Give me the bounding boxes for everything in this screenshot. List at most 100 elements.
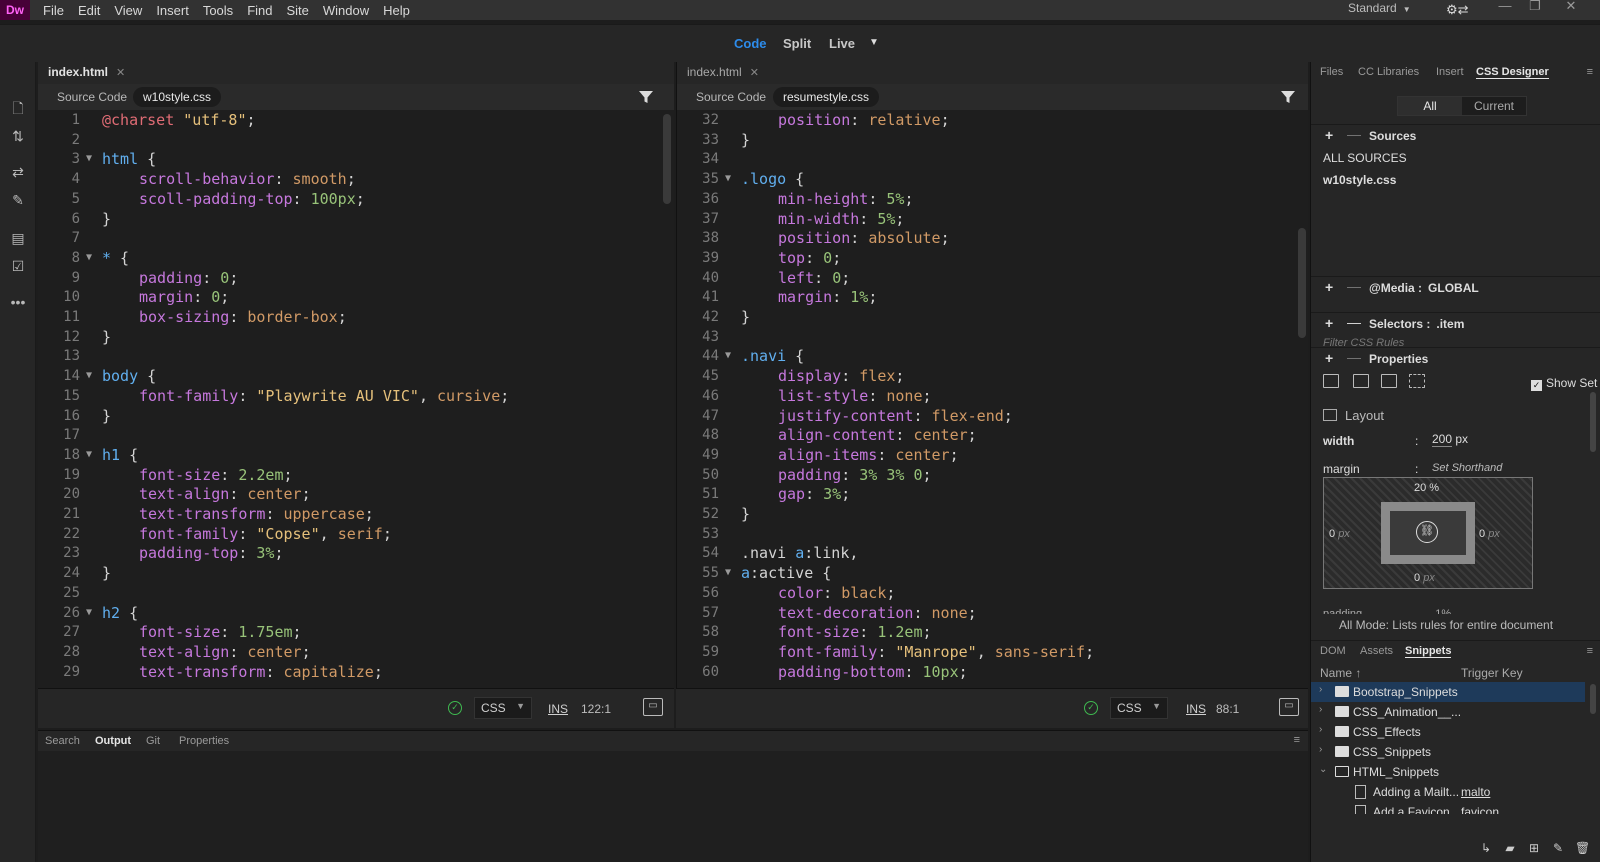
related-file-tab[interactable]: resumestyle.css (773, 87, 880, 107)
show-set-checkbox[interactable]: ✓ Show Set (1531, 376, 1597, 391)
menu-find[interactable]: Find (240, 3, 279, 18)
realtime-preview-icon[interactable]: ▭ (1279, 698, 1299, 716)
code-editor-right[interactable]: index.html ✕ Source Code resumestyle.css … (676, 62, 1308, 728)
code-line[interactable]: 53 (677, 524, 1308, 544)
code-line[interactable]: 35 ▼ .logo { (677, 169, 1308, 189)
file-management-icon[interactable]: ⇅ (8, 126, 28, 146)
realtime-preview-icon[interactable]: ▭ (643, 698, 663, 716)
code-line[interactable]: 10 margin: 0; (38, 287, 674, 307)
close-icon[interactable]: ✕ (1558, 0, 1584, 16)
code-line[interactable]: 51 gap: 3%; (677, 484, 1308, 504)
scrollbar-thumb[interactable] (1590, 684, 1596, 714)
mode-current-button[interactable]: Current (1462, 97, 1526, 115)
fold-arrow-icon[interactable]: ▼ (725, 169, 731, 189)
code-line[interactable]: 21 text-transform: uppercase; (38, 504, 674, 524)
snippet-folder[interactable]: › CSS_Snippets (1311, 742, 1585, 762)
fold-arrow-icon[interactable]: ▼ (86, 603, 92, 623)
code-line[interactable]: 8 ▼ * { (38, 248, 674, 268)
minimize-icon[interactable]: — (1492, 0, 1518, 16)
tab-properties[interactable]: Properties (179, 735, 229, 747)
margin-bottom-value[interactable]: 0 px (1414, 572, 1435, 584)
text-icon[interactable] (1353, 374, 1369, 388)
code-line[interactable]: 37 min-width: 5%; (677, 209, 1308, 229)
tab-insert[interactable]: Insert (1436, 66, 1464, 78)
view-split-button[interactable]: Split (783, 36, 811, 51)
code-area[interactable]: 1 @charset "utf-8"; 2 3 ▼ html {4 scroll-behav… (38, 110, 674, 688)
panel-menu-icon[interactable]: ≡ (1587, 645, 1593, 657)
code-line[interactable]: 29 text-transform: capitalize; (38, 662, 674, 682)
panel-menu-icon[interactable]: ≡ (1587, 66, 1593, 78)
chevron-down-icon[interactable]: ▼ (869, 37, 879, 48)
document-type-select[interactable]: CSS ▼ (1110, 697, 1168, 719)
code-line[interactable]: 7 (38, 228, 674, 248)
chevron-right-icon[interactable]: › (1319, 704, 1322, 715)
code-line[interactable]: 19 font-size: 2.2em; (38, 465, 674, 485)
panel-menu-icon[interactable]: ≡ (1294, 734, 1300, 746)
code-line[interactable]: 36 min-height: 5%; (677, 189, 1308, 209)
remove-selector-icon[interactable]: — (1347, 314, 1361, 330)
no-errors-check-icon[interactable]: ✓ (1084, 701, 1098, 715)
no-errors-check-icon[interactable]: ✓ (448, 701, 462, 715)
snippet-folder[interactable]: › Bootstrap_Snippets (1311, 682, 1585, 702)
code-line[interactable]: 50 padding: 3% 3% 0; (677, 465, 1308, 485)
fold-arrow-icon[interactable]: ▼ (725, 346, 731, 366)
code-line[interactable]: 6} (38, 209, 674, 229)
snippet-item[interactable]: Add a Favicon favicon (1311, 802, 1585, 814)
new-snippet-icon[interactable]: ⊞ (1527, 842, 1541, 855)
code-line[interactable]: 4 scroll-behavior: smooth; (38, 169, 674, 189)
fold-arrow-icon[interactable]: ▼ (725, 563, 731, 583)
fold-arrow-icon[interactable]: ▼ (86, 248, 92, 268)
code-line[interactable]: 2 (38, 130, 674, 150)
code-line[interactable]: 43 (677, 327, 1308, 347)
source-item[interactable]: w10style.css (1323, 173, 1396, 187)
sync-settings-icon[interactable]: ⚙⇄ (1446, 2, 1472, 18)
code-line[interactable]: 23 padding-top: 3%; (38, 543, 674, 563)
code-line[interactable]: 18 ▼ h1 { (38, 445, 674, 465)
insert-mode-toggle[interactable]: INS (1186, 702, 1206, 716)
code-line[interactable]: 14 ▼ body { (38, 366, 674, 386)
tab-git[interactable]: Git (146, 735, 160, 747)
code-line[interactable]: 42} (677, 307, 1308, 327)
code-line[interactable]: 45 display: flex; (677, 366, 1308, 386)
source-code-tab[interactable]: Source Code (696, 90, 766, 104)
link-values-icon[interactable]: ⛓ (1416, 521, 1438, 543)
code-line[interactable]: 58 font-size: 1.2em; (677, 622, 1308, 642)
open-documents-icon[interactable]: 🗋 (8, 98, 28, 118)
insert-mode-toggle[interactable]: INS (548, 702, 568, 716)
close-icon[interactable]: ✕ (116, 67, 125, 79)
code-line[interactable]: 27 font-size: 1.75em; (38, 622, 674, 642)
tab-snippets[interactable]: Snippets (1405, 645, 1452, 658)
code-line[interactable]: 47 justify-content: flex-end; (677, 406, 1308, 426)
code-line[interactable]: 26 ▼ h2 { (38, 603, 674, 623)
code-line[interactable]: 52} (677, 504, 1308, 524)
tab-dom[interactable]: DOM (1320, 645, 1346, 657)
workspace-switcher[interactable]: Standard ▼ (1348, 0, 1411, 20)
tab-cc-libraries[interactable]: CC Libraries (1358, 66, 1419, 78)
margin-top-value[interactable]: 20 % (1414, 482, 1439, 494)
document-tab[interactable]: index.html ✕ (48, 65, 125, 79)
code-line[interactable]: 11 box-sizing: border-box; (38, 307, 674, 327)
remove-comment-icon[interactable]: ☑ (8, 256, 28, 276)
fold-arrow-icon[interactable]: ▼ (86, 366, 92, 386)
document-tab[interactable]: index.html ✕ (687, 65, 759, 79)
fold-arrow-icon[interactable]: ▼ (86, 149, 92, 169)
restore-icon[interactable]: ❐ (1522, 0, 1548, 16)
code-line[interactable]: 22 font-family: "Copse", serif; (38, 524, 674, 544)
tab-output[interactable]: Output (95, 735, 131, 747)
chevron-right-icon[interactable]: › (1319, 744, 1322, 755)
close-icon[interactable]: ✕ (750, 67, 759, 79)
source-item[interactable]: ALL SOURCES (1323, 151, 1407, 165)
code-line[interactable]: 59 font-family: "Manrope", sans-serif; (677, 642, 1308, 662)
set-shorthand-field[interactable]: Set Shorthand (1432, 462, 1502, 474)
name-column-header[interactable]: Name ↑ (1320, 666, 1361, 680)
code-line[interactable]: 48 align-content: center; (677, 425, 1308, 445)
code-line[interactable]: 41 margin: 1%; (677, 287, 1308, 307)
related-file-tab[interactable]: w10style.css (133, 87, 222, 107)
code-line[interactable]: 49 align-items: center; (677, 445, 1308, 465)
background-icon[interactable] (1409, 374, 1425, 388)
code-line[interactable]: 3 ▼ html { (38, 149, 674, 169)
remove-source-icon[interactable]: — (1347, 126, 1361, 142)
delete-icon[interactable]: 🗑 (1575, 842, 1590, 855)
edit-snippet-icon[interactable]: ✎ (1551, 842, 1565, 855)
fold-arrow-icon[interactable]: ▼ (86, 445, 92, 465)
